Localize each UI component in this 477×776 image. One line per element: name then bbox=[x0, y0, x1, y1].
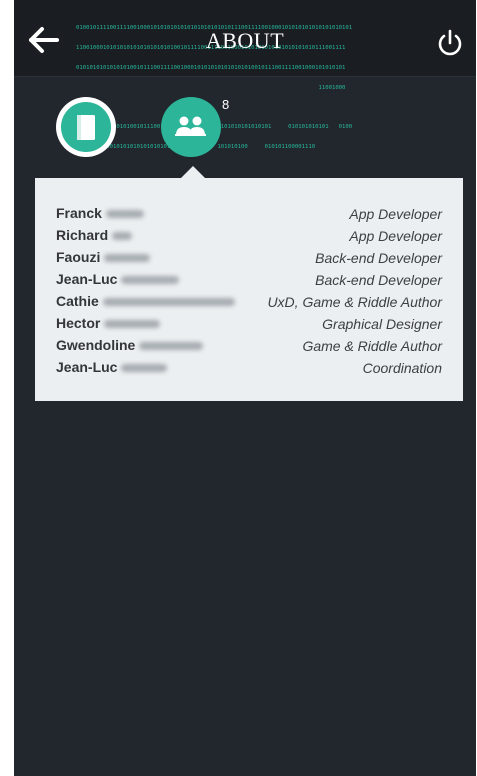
credit-row: Jean-Luc Back-end Developer bbox=[35, 270, 463, 292]
credit-name: Jean-Luc bbox=[56, 271, 180, 287]
binary-line: 0101010101010101001011100111100100010101… bbox=[76, 124, 353, 131]
credit-role: Back-end Developer bbox=[315, 272, 442, 288]
credit-row: Franck App Developer bbox=[35, 204, 463, 226]
credit-role: UxD, Game & Riddle Author bbox=[267, 294, 442, 310]
redacted-surname bbox=[104, 320, 161, 329]
credit-name: Gwendoline bbox=[56, 337, 204, 353]
power-icon bbox=[438, 29, 462, 56]
credit-name: Cathie bbox=[56, 293, 235, 309]
credit-role: Coordination bbox=[362, 360, 442, 376]
credits-list: Franck App Developer Richard App Develop… bbox=[35, 204, 463, 380]
binary-line: 11001000 bbox=[76, 84, 346, 91]
credit-row: Jean-Luc Coordination bbox=[35, 358, 463, 380]
popup-pointer bbox=[181, 166, 205, 178]
redacted-surname bbox=[112, 232, 133, 241]
credit-name: Hector bbox=[56, 315, 161, 331]
credit-role: Game & Riddle Author bbox=[302, 338, 442, 354]
redacted-surname bbox=[104, 254, 151, 263]
credit-name: Faouzi bbox=[56, 249, 151, 265]
credit-name: Richard bbox=[56, 227, 133, 243]
tab-book[interactable] bbox=[56, 97, 116, 157]
binary-line bbox=[76, 104, 408, 111]
credit-name: Jean-Luc bbox=[56, 359, 168, 375]
redacted-surname bbox=[121, 364, 168, 373]
app-screen: 0100101111001111001000101010101010101010… bbox=[14, 0, 476, 776]
team-icon bbox=[175, 116, 206, 136]
power-button[interactable] bbox=[436, 28, 464, 58]
credit-role: Back-end Developer bbox=[315, 250, 442, 266]
binary-line: 0101010101010101001011100111100100010101… bbox=[76, 64, 346, 71]
book-icon bbox=[77, 115, 95, 140]
redacted-surname bbox=[105, 210, 144, 219]
credit-role: App Developer bbox=[349, 228, 442, 244]
redacted-surname bbox=[121, 276, 180, 285]
credit-row: Hector Graphical Designer bbox=[35, 314, 463, 336]
credit-row: Cathie UxD, Game & Riddle Author bbox=[35, 292, 463, 314]
credit-name: Franck bbox=[56, 205, 144, 221]
tab-book-inner bbox=[61, 102, 111, 152]
redacted-surname bbox=[139, 342, 204, 351]
binary-line: 11100100010101010101010101010101001010 1… bbox=[82, 143, 316, 150]
credits-popup: Franck App Developer Richard App Develop… bbox=[35, 178, 463, 401]
credit-role: App Developer bbox=[349, 206, 442, 222]
header-bar: 0100101111001111001000101010101010101010… bbox=[14, 0, 476, 150]
team-count-badge: 8 bbox=[222, 97, 230, 112]
redacted-surname bbox=[102, 298, 235, 307]
credit-row: Gwendoline Game & Riddle Author bbox=[35, 336, 463, 358]
credit-role: Graphical Designer bbox=[322, 316, 442, 332]
page-title: ABOUT bbox=[205, 28, 285, 53]
credit-row: Richard App Developer bbox=[35, 226, 463, 248]
credit-row: Faouzi Back-end Developer bbox=[35, 248, 463, 270]
tab-team[interactable] bbox=[161, 97, 221, 157]
